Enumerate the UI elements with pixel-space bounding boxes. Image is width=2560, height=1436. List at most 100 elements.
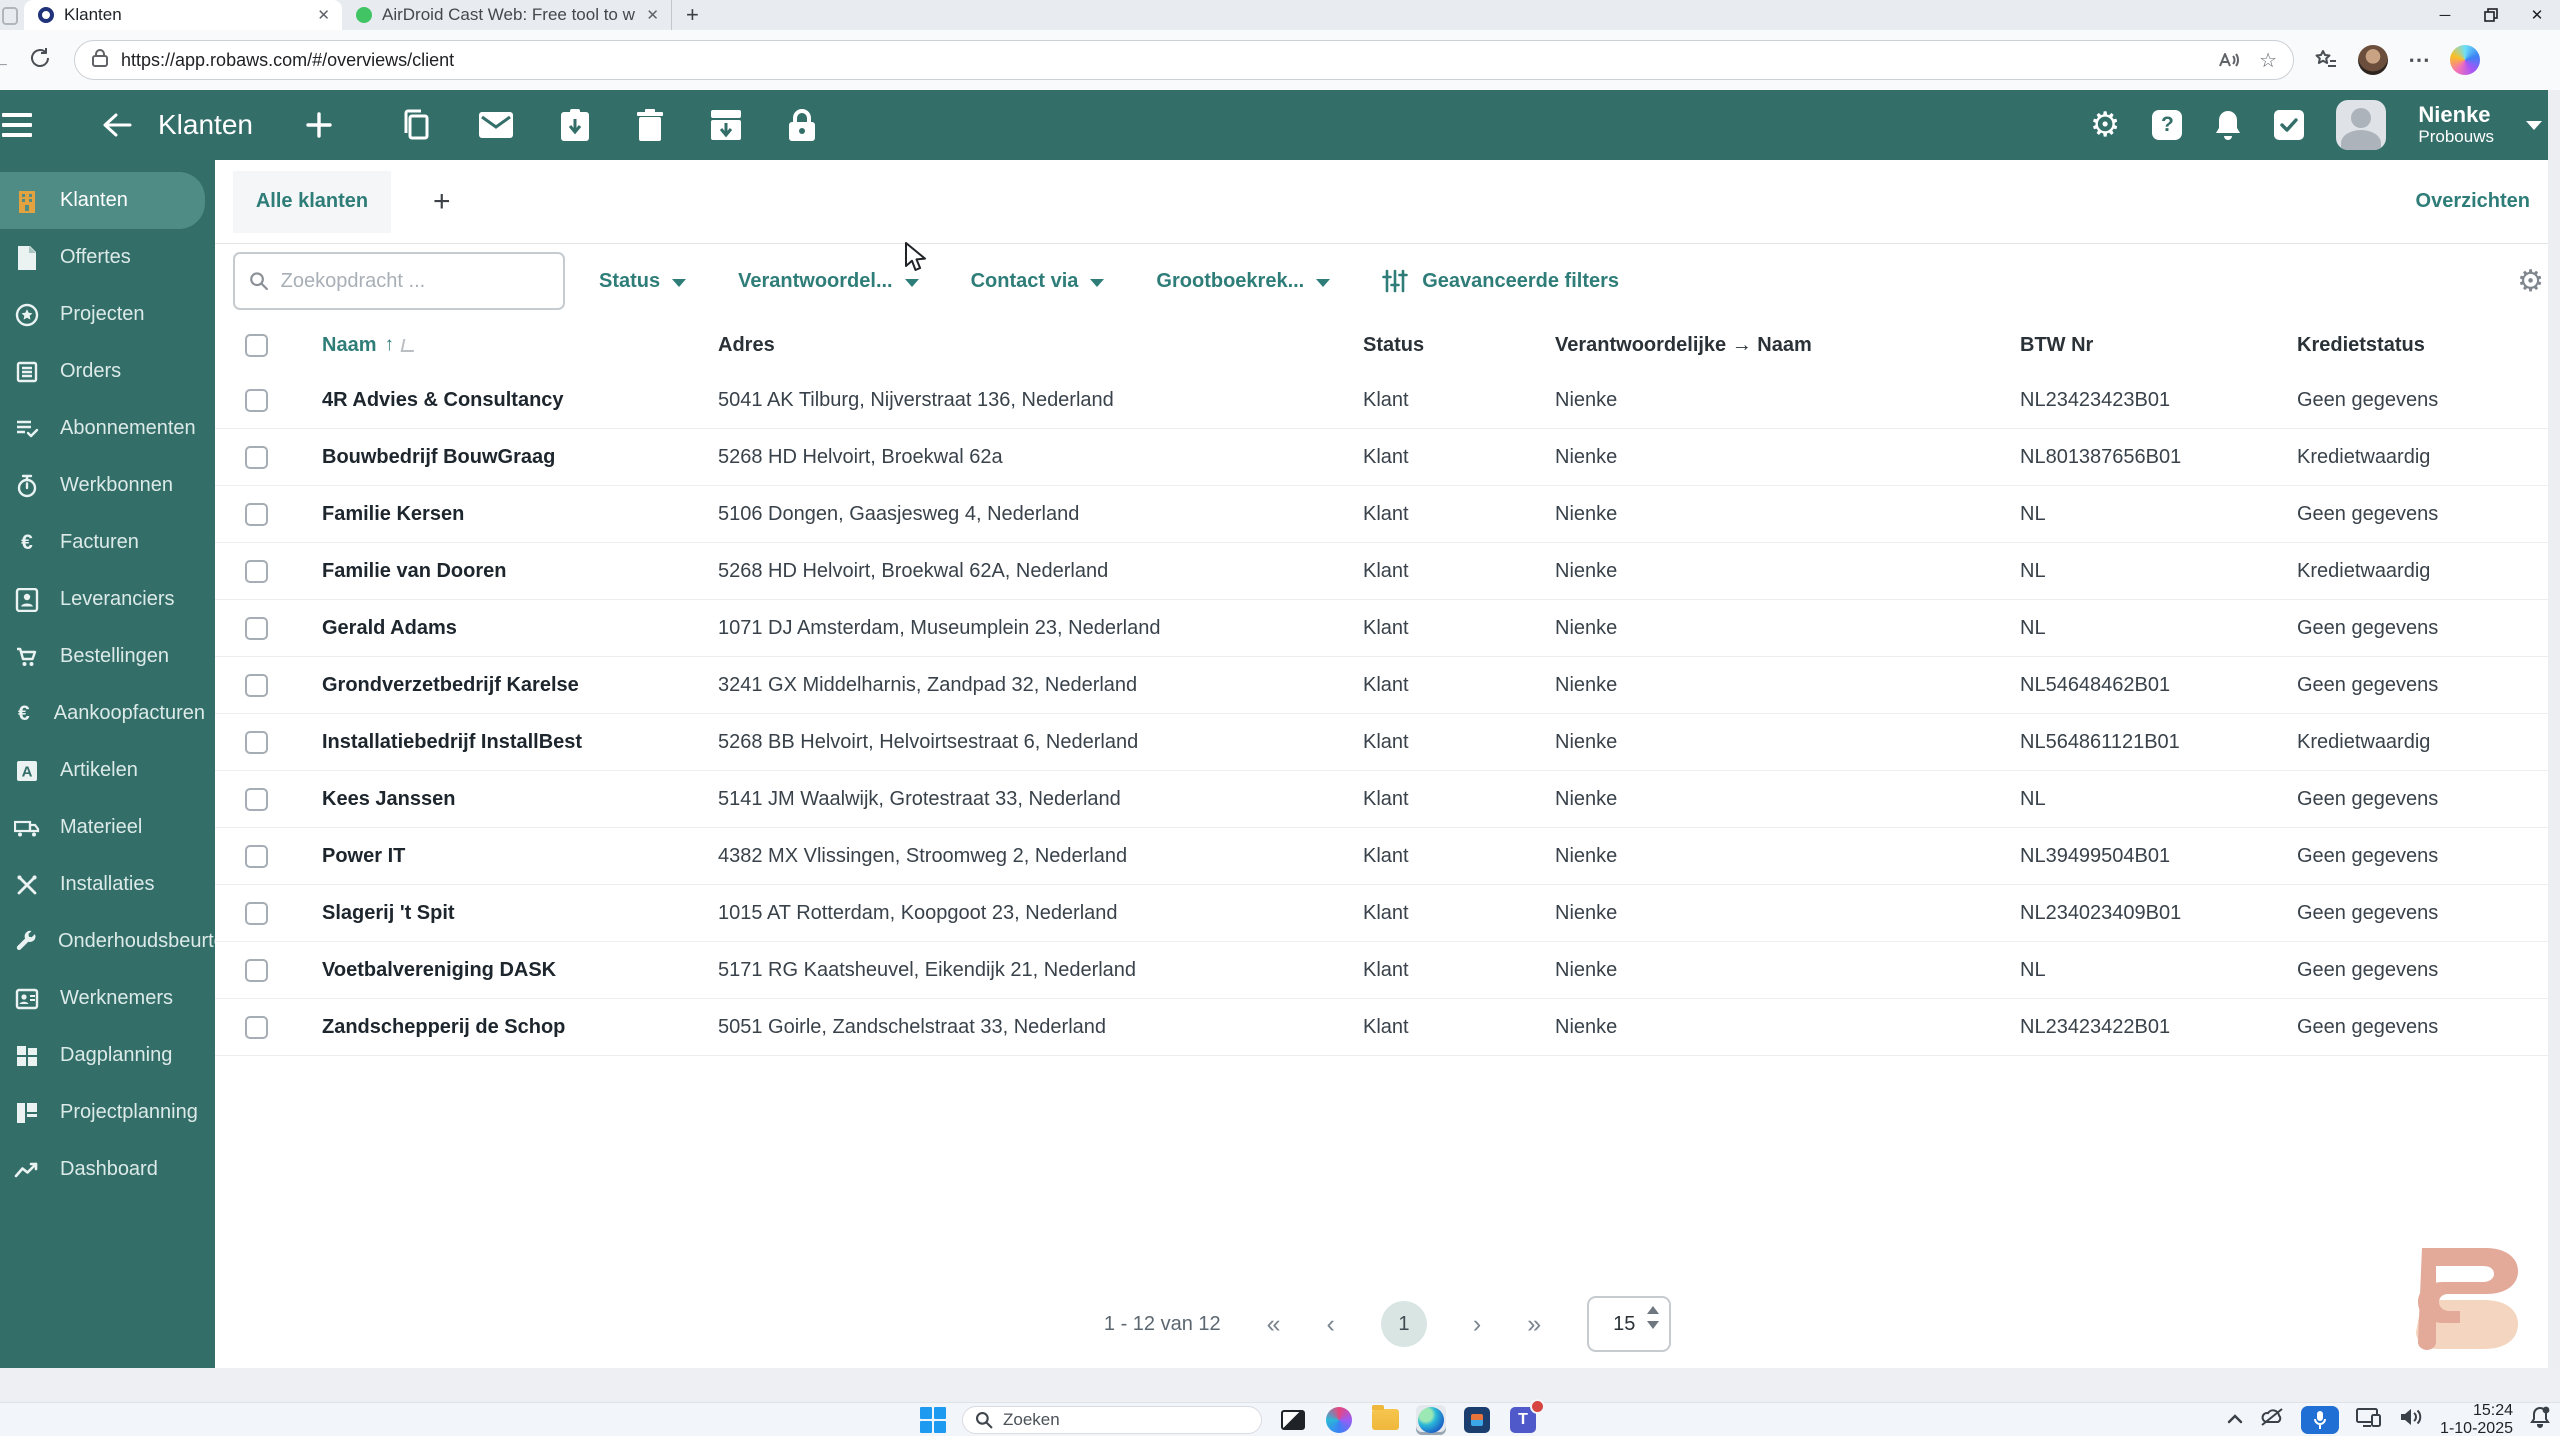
browser-menu-icon[interactable]: ⋯ [2408,47,2432,73]
sidebar-item-aankoopfacturen[interactable]: € Aankoopfacturen [0,685,205,742]
stepper-down-icon[interactable] [1647,1321,1660,1329]
copy-button[interactable] [401,109,431,141]
onedrive-paused-icon[interactable] [2260,1408,2284,1431]
browser-tab-airdroid[interactable]: AirDroid Cast Web: Free tool to w ✕ [342,0,672,30]
taskbar-app-m365[interactable] [1324,1405,1354,1435]
sidebar-item-offertes[interactable]: Offertes [0,229,205,286]
archive-button[interactable] [710,110,741,140]
table-row[interactable]: Familie Kersen 5106 Dongen, Gaasjesweg 4… [215,486,2560,543]
row-checkbox[interactable] [245,388,268,412]
row-checkbox[interactable] [245,787,268,811]
sidebar-item-werknemers[interactable]: Werknemers [0,970,205,1027]
column-header-naam[interactable]: Naam ↑ [322,334,718,357]
browser-tab-klanten[interactable]: Klanten ✕ [24,0,342,30]
favorite-star-icon[interactable]: ☆ [2259,48,2277,73]
user-avatar[interactable] [2336,100,2387,150]
taskbar-app-edge[interactable] [1416,1404,1446,1435]
back-nav-icon[interactable]: ← [0,45,14,76]
column-settings-gear-icon[interactable]: ⚙ [2517,264,2544,299]
last-page-icon[interactable]: » [1527,1310,1541,1339]
stepper-up-icon[interactable] [1647,1306,1660,1314]
row-checkbox[interactable] [245,844,268,868]
window-restore-button[interactable] [2468,0,2514,30]
row-checkbox[interactable] [245,616,268,640]
sidebar-item-onderhoudsbeurten[interactable]: Onderhoudsbeurten [0,913,236,970]
table-row[interactable]: Voetbalvereniging DASK 5171 RG Kaatsheuv… [215,942,2560,999]
tray-notifications-bell-icon[interactable] [2530,1406,2550,1433]
address-bar[interactable]: https://app.robaws.com/#/overviews/clien… [74,40,2294,80]
row-checkbox[interactable] [245,445,268,469]
table-row[interactable]: 4R Advies & Consultancy 5041 AK Tilburg,… [215,372,2560,429]
taskbar-app-teams[interactable]: T [1508,1398,1545,1435]
column-header-kredietstatus[interactable]: Kredietstatus [2297,334,2560,357]
column-header-btw[interactable]: BTW Nr [2020,334,2297,357]
back-button[interactable] [102,112,132,138]
sidebar-item-installaties[interactable]: Installaties [0,856,205,913]
browser-profile-avatar[interactable] [2358,45,2388,75]
add-client-button[interactable] [305,111,333,139]
search-box[interactable] [233,252,565,310]
tray-chevron-up-icon[interactable] [2227,1411,2243,1429]
current-page-button[interactable]: 1 [1380,1301,1427,1347]
sidebar-item-artikelen[interactable]: A Artikelen [0,742,205,799]
sidebar-item-projectplanning[interactable]: Projectplanning [0,1084,205,1141]
table-row[interactable]: Slagerij 't Spit 1015 AT Rotterdam, Koop… [215,885,2560,942]
sidebar-item-bestellingen[interactable]: Bestellingen [0,628,205,685]
taskbar-clock[interactable]: 15:24 1-10-2025 [2440,1402,2513,1436]
sidebar-item-dagplanning[interactable]: Dagplanning [0,1027,205,1084]
table-row[interactable]: Familie van Dooren 5268 HD Helvoirt, Bro… [215,543,2560,600]
first-page-icon[interactable]: « [1267,1310,1281,1339]
window-minimize-button[interactable]: ─ [2422,0,2468,30]
collections-icon[interactable] [2314,49,2338,71]
column-header-verantwoordelijke[interactable]: Verantwoordelijke → Naam [1555,334,2020,357]
table-row[interactable]: Bouwbedrijf BouwGraag 5268 HD Helvoirt, … [215,429,2560,486]
tab-close-icon[interactable]: ✕ [646,6,659,24]
taskbar-app-explorer[interactable] [1370,1405,1400,1435]
page-size-stepper[interactable]: 15 [1587,1296,1672,1352]
table-row[interactable]: Power IT 4382 MX Vlissingen, Stroomweg 2… [215,828,2560,885]
sidebar-item-klanten[interactable]: Klanten [0,172,205,229]
row-checkbox[interactable] [245,1015,268,1039]
sidebar-item-projecten[interactable]: Projecten [0,286,205,343]
row-checkbox[interactable] [245,901,268,925]
read-aloud-icon[interactable] [2217,50,2241,70]
cast-screen-icon[interactable] [2356,1407,2382,1432]
row-checkbox[interactable] [245,730,268,754]
search-input[interactable] [280,269,549,293]
table-row[interactable]: Gerald Adams 1071 DJ Amsterdam, Museumpl… [215,600,2560,657]
row-checkbox[interactable] [245,958,268,982]
delete-button[interactable] [636,109,663,141]
next-page-icon[interactable]: › [1473,1310,1481,1339]
refresh-icon[interactable] [28,46,52,75]
table-row[interactable]: Grondverzetbedrijf Karelse 3241 GX Midde… [215,657,2560,714]
tab-close-icon[interactable]: ✕ [317,6,330,24]
select-all-checkbox[interactable] [245,333,268,357]
sidebar-item-materieel[interactable]: Materieel [0,799,205,856]
overviews-link[interactable]: Overzichten [2416,190,2530,213]
sidebar-item-facturen[interactable]: € Facturen [0,514,205,571]
advanced-filters-button[interactable]: Geavanceerde filters [1382,269,1619,293]
speaker-icon[interactable] [2399,1407,2423,1432]
column-header-adres[interactable]: Adres [718,334,1363,357]
row-checkbox[interactable] [245,559,268,583]
browser-scrollbar[interactable] [2548,90,2560,1402]
taskbar-app-business[interactable] [1462,1405,1492,1435]
lock-button[interactable] [788,109,815,141]
row-checkbox[interactable] [245,673,268,697]
table-row[interactable]: Zandschepperij de Schop 5051 Goirle, Zan… [215,999,2560,1056]
row-checkbox[interactable] [245,502,268,526]
sort-filter-icon[interactable] [400,338,417,352]
copilot-icon[interactable] [2450,45,2480,75]
mail-button[interactable] [478,112,513,138]
sort-arrow-icon[interactable]: ↑ [384,334,394,356]
user-menu-chevron-icon[interactable] [2526,120,2542,130]
filter-contact-via[interactable]: Contact via [971,270,1105,293]
view-tab-alle-klanten[interactable]: Alle klanten [233,170,391,233]
microphone-active-button[interactable] [2301,1405,2340,1434]
window-close-button[interactable]: ✕ [2514,0,2560,30]
windows-start-button[interactable] [920,1406,946,1433]
add-view-icon[interactable]: + [433,185,451,219]
taskbar-search[interactable]: Zoeken [962,1405,1262,1434]
import-clipboard-button[interactable] [560,109,589,141]
taskbar-app-desktop[interactable] [1278,1405,1308,1435]
